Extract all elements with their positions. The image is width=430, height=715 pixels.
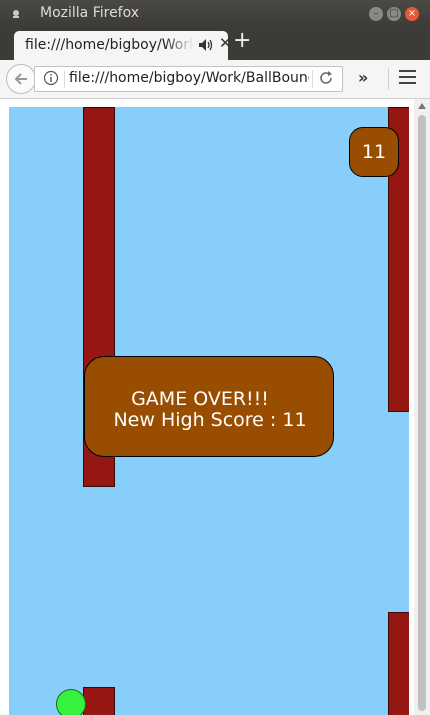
back-arrow-icon <box>14 73 27 85</box>
tab-active[interactable]: file:///home/bigboy/Work/BallBounce ✕ <box>14 31 232 60</box>
window-title: Mozilla Firefox <box>40 5 140 21</box>
high-score-text: New High Score : 11 <box>113 409 307 431</box>
tab-strip: file:///home/bigboy/Work/BallBounce ✕ + <box>0 28 430 60</box>
page-content: 11 GAME OVER!!! New High Score : 11 <box>0 99 430 715</box>
speaker-icon[interactable] <box>199 39 213 51</box>
close-window-button[interactable]: × <box>405 7 419 21</box>
pipe-bottom-left <box>83 687 115 715</box>
url-input[interactable]: file:///home/bigboy/Work/BallBounce <box>69 70 309 86</box>
navigation-bar: file:///home/bigboy/Work/BallBounce » <box>0 60 430 99</box>
scrollbar-thumb[interactable] <box>418 115 426 711</box>
maximize-button[interactable]: □ <box>387 7 401 21</box>
minimize-button[interactable]: – <box>369 7 383 21</box>
ball <box>56 689 86 715</box>
score-display: 11 <box>349 127 399 177</box>
app-icon <box>13 10 19 18</box>
window-titlebar[interactable]: Mozilla Firefox – □ × <box>0 0 430 28</box>
overflow-chevron-icon[interactable]: » <box>358 68 368 87</box>
reload-icon[interactable] <box>318 70 334 86</box>
pipe-bottom-right <box>388 612 409 715</box>
hamburger-menu-icon[interactable] <box>399 70 416 88</box>
close-tab-icon[interactable]: ✕ <box>219 34 232 52</box>
scroll-up-arrow-icon[interactable] <box>418 103 426 109</box>
vertical-scrollbar[interactable] <box>414 99 430 715</box>
back-button[interactable] <box>6 64 36 94</box>
new-tab-button[interactable]: + <box>233 28 251 53</box>
info-icon[interactable] <box>43 70 59 86</box>
game-canvas[interactable]: 11 GAME OVER!!! New High Score : 11 <box>9 107 409 715</box>
url-bar[interactable]: file:///home/bigboy/Work/BallBounce <box>34 66 343 92</box>
game-over-title: GAME OVER!!! <box>131 388 269 410</box>
game-over-panel: GAME OVER!!! New High Score : 11 <box>84 356 334 457</box>
